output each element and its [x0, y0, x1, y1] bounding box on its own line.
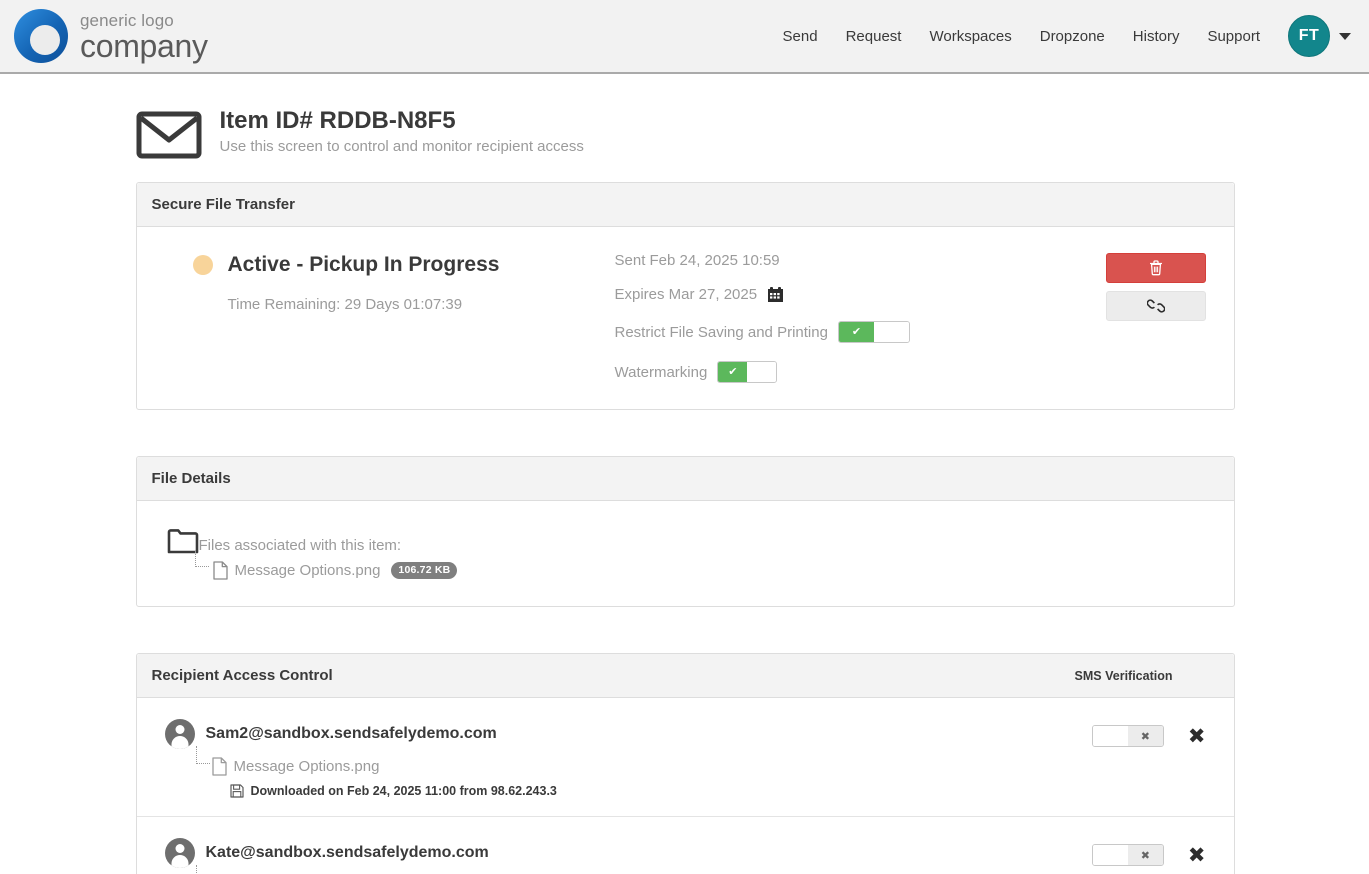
restrict-saving-row: Restrict File Saving and Printing ✔ [615, 321, 1106, 343]
delete-item-button[interactable] [1105, 253, 1206, 283]
file-details-panel: File Details Files associated with this … [135, 456, 1235, 607]
panel-title-file-details: File Details [136, 457, 1234, 501]
recipient-file: Message Options.png [195, 746, 1092, 776]
remove-recipient-button[interactable]: ✖ [1188, 725, 1206, 747]
nav-item-workspaces[interactable]: Workspaces [915, 28, 1025, 45]
sms-verification-toggle[interactable]: ✖ [1091, 844, 1164, 866]
sms-verification-toggle[interactable]: ✖ [1091, 725, 1164, 747]
panel-title-text: Secure File Transfer [151, 196, 295, 213]
expires-row: Expires Mar 27, 2025 [615, 286, 1106, 303]
toggle-on-mark: ✔ [718, 362, 748, 382]
watermarking-toggle[interactable]: ✔ [717, 361, 778, 383]
secure-file-transfer-panel: Secure File Transfer Active - Pickup In … [135, 182, 1235, 410]
restrict-saving-label: Restrict File Saving and Printing [614, 323, 828, 341]
file-size-badge: 106.72 KB [391, 562, 458, 579]
toggle-knob [1092, 845, 1128, 865]
nav-item-history[interactable]: History [1119, 28, 1194, 45]
watermarking-label: Watermarking [614, 363, 708, 381]
file-icon [212, 561, 228, 580]
file-tree-item[interactable]: Message Options.png 106.72 KB [194, 551, 1206, 580]
tree-connector [194, 551, 209, 567]
table-row: Sam2@sandbox.sendsafelydemo.com Message … [136, 698, 1234, 817]
user-avatar[interactable]: FT [1288, 15, 1330, 57]
person-icon [164, 838, 195, 868]
copy-link-button[interactable] [1105, 291, 1206, 321]
file-tree: Files associated with this item: Message… [165, 527, 1206, 580]
trash-icon [1149, 260, 1163, 276]
download-info: Downloaded on Feb 24, 2025 11:00 from 98… [229, 784, 1092, 798]
brand-line-1: generic logo [80, 11, 174, 30]
download-text: Downloaded on Feb 24, 2025 11:00 from 98… [250, 784, 557, 798]
panel-title-text: Recipient Access Control [151, 667, 333, 684]
circle-swirl-logo-icon [12, 7, 70, 65]
sent-date-text: Sent Feb 24, 2025 10:59 [614, 252, 780, 269]
recipient-email: Sam2@sandbox.sendsafelydemo.com [205, 725, 497, 742]
file-name: Message Options.png [234, 562, 381, 579]
expires-date-text: Expires Mar 27, 2025 [614, 286, 758, 303]
main-nav: Send Request Workspaces Dropzone History… [769, 15, 1351, 57]
save-icon [229, 784, 244, 798]
sms-verification-column-header: SMS Verification [1074, 668, 1173, 683]
nav-item-send[interactable]: Send [769, 28, 832, 45]
status-label: Active - Pickup In Progress [227, 253, 500, 276]
file-tree-root-label: Files associated with this item: [198, 537, 402, 554]
table-row: Kate@sandbox.sendsafelydemo.com Message … [137, 817, 1234, 874]
tree-connector [195, 865, 210, 874]
toggle-off-mark: ✖ [1127, 845, 1163, 865]
brand-line-2: company [80, 28, 208, 64]
recipient-access-control-panel: Recipient Access Control SMS Verificatio… [135, 653, 1235, 874]
nav-item-support[interactable]: Support [1193, 28, 1274, 45]
panel-title-text: File Details [151, 470, 231, 487]
page-title: Item ID# RDDB-N8F5 [219, 107, 456, 134]
recipient-file-name: Message Options.png [233, 758, 380, 775]
chevron-down-icon[interactable] [1339, 32, 1351, 40]
tree-connector [195, 746, 210, 764]
time-remaining-text: Time Remaining: 29 Days 01:07:39 [227, 296, 463, 313]
toggle-off-mark: ✖ [1127, 726, 1163, 746]
envelope-icon [136, 108, 204, 160]
recipient-email: Kate@sandbox.sendsafelydemo.com [205, 844, 489, 861]
nav-item-request[interactable]: Request [832, 28, 916, 45]
link-icon [1146, 299, 1165, 313]
toggle-on-mark: ✔ [838, 322, 874, 342]
file-icon [211, 757, 227, 776]
brand-logo[interactable]: generic logo company [12, 7, 208, 65]
calendar-icon[interactable] [767, 286, 784, 303]
watermarking-row: Watermarking ✔ [615, 361, 1106, 383]
restrict-saving-toggle[interactable]: ✔ [837, 321, 910, 343]
panel-title-recipient-access-control: Recipient Access Control SMS Verificatio… [136, 654, 1234, 698]
remove-recipient-button[interactable]: ✖ [1188, 844, 1206, 866]
page-subtitle: Use this screen to control and monitor r… [219, 138, 584, 156]
page-header: Item ID# RDDB-N8F5 Use this screen to co… [136, 74, 1235, 182]
toggle-knob [1092, 726, 1128, 746]
toggle-knob [747, 362, 777, 382]
panel-title-secure-file-transfer: Secure File Transfer [136, 183, 1234, 227]
status-dot [192, 255, 213, 275]
person-icon [164, 719, 195, 749]
sent-row: Sent Feb 24, 2025 10:59 [615, 253, 1106, 268]
toggle-knob [873, 322, 909, 342]
nav-item-dropzone[interactable]: Dropzone [1026, 28, 1119, 45]
top-navigation-bar: generic logo company Send Request Worksp… [0, 0, 1369, 74]
